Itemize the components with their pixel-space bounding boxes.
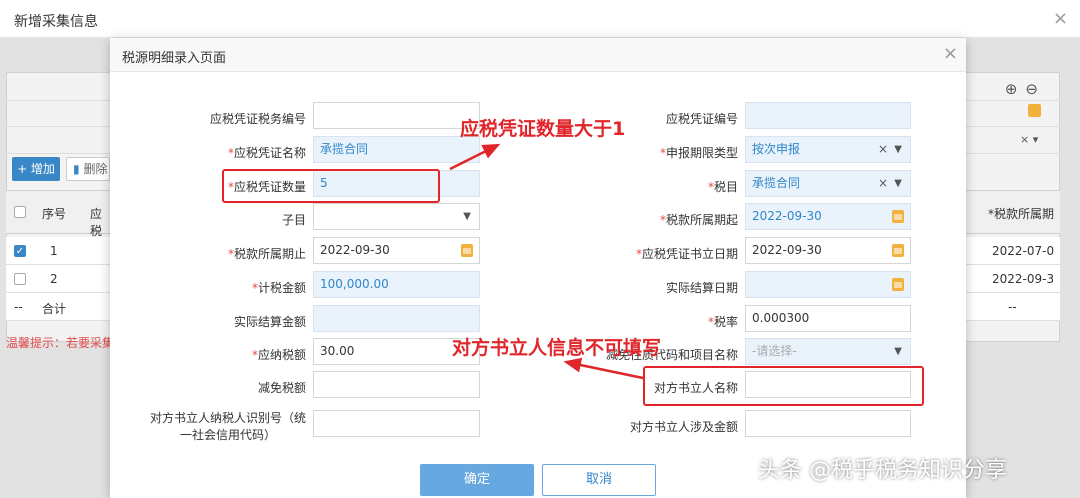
- label-filing-period-type: *申报期限类型: [659, 146, 738, 160]
- clear-icon[interactable]: ×: [878, 137, 888, 162]
- voucher-name-field[interactable]: 承揽合同: [313, 136, 480, 163]
- label-voucher-date: *应税凭证书立日期: [635, 247, 738, 261]
- row-period: 2022-07-0: [992, 244, 1055, 258]
- tax-rate-input[interactable]: 0.000300: [745, 305, 911, 332]
- table-row[interactable]: 2: [6, 265, 110, 293]
- label-voucher-tax-number: 应税凭证税务编号: [209, 112, 306, 126]
- total-row-label: 合计: [42, 302, 67, 316]
- cancel-button[interactable]: 取消: [542, 464, 656, 496]
- period-end-date-input[interactable]: 2022-09-30: [313, 237, 480, 264]
- voucher-date-input[interactable]: 2022-09-30: [745, 237, 911, 264]
- delete-button-label: 删除: [83, 162, 108, 176]
- tax-relief-input[interactable]: [313, 371, 480, 398]
- label-counterparty-tax-id: 对方书立人纳税人识别号（统 一社会信用代码）: [149, 411, 306, 442]
- label-tax-item: *税目: [707, 180, 738, 194]
- column-header-seq: 序号: [42, 207, 67, 221]
- modal-close-icon[interactable]: ×: [943, 43, 958, 64]
- label-voucher-name: *应税凭证名称: [227, 146, 306, 160]
- highlight-box-quantity: [222, 169, 440, 203]
- table-row[interactable]: 2022-09-3: [966, 265, 1060, 293]
- filing-period-type-select[interactable]: 按次申报 × ▼: [745, 136, 911, 163]
- chevron-down-icon: ▼: [894, 178, 902, 189]
- zoom-out-icon[interactable]: ⊖: [1025, 80, 1046, 98]
- table-row[interactable]: 2022-07-0: [966, 237, 1060, 265]
- calendar-icon[interactable]: [461, 244, 473, 257]
- calendar-icon[interactable]: [1028, 104, 1041, 117]
- label-voucher-number: 应税凭证编号: [665, 112, 738, 126]
- annotation-counterparty-note: 对方书立人信息不可填写: [452, 337, 662, 359]
- counterparty-amount-input[interactable]: [745, 410, 911, 437]
- column-header-period: *税款所属期: [988, 207, 1055, 221]
- row-checkbox[interactable]: [14, 273, 26, 285]
- zoom-controls: ⊕⊖: [1005, 80, 1046, 98]
- highlight-box-counterparty: [643, 366, 924, 406]
- calendar-icon[interactable]: [892, 244, 904, 257]
- warm-tip-text: 温馨提示：若要采集: [6, 336, 115, 350]
- total-row-seq: --: [14, 300, 23, 314]
- row-checkbox[interactable]: ✓: [14, 245, 26, 257]
- add-button[interactable]: + 增加: [12, 157, 60, 181]
- clear-icon[interactable]: ×: [878, 171, 888, 196]
- confirm-button[interactable]: 确定: [420, 464, 534, 496]
- chevron-down-icon: ▼: [894, 346, 902, 357]
- chevron-down-icon: ▼: [463, 211, 471, 222]
- table-total-row: --: [966, 293, 1060, 321]
- actual-settlement-amount-field[interactable]: [313, 305, 480, 332]
- taxable-amount-field[interactable]: 100,000.00: [313, 271, 480, 298]
- table-row[interactable]: ✓ 1: [6, 237, 110, 265]
- label-actual-settlement-date: 实际结算日期: [665, 281, 738, 295]
- label-actual-settlement-amount: 实际结算金额: [233, 315, 306, 329]
- label-sub-item: 子目: [281, 213, 306, 227]
- tax-source-entry-modal: 税源明细录入页面 × 应税凭证税务编号 *应税凭证名称 承揽合同 *应税凭证数量…: [110, 38, 966, 498]
- table-header-left: 序号 应税: [6, 190, 110, 238]
- row-seq: 1: [50, 244, 58, 258]
- trash-icon: ▮: [73, 162, 80, 176]
- counterparty-tax-id-input[interactable]: [313, 410, 480, 437]
- delete-button[interactable]: ▮ 删除: [66, 157, 110, 181]
- calendar-icon[interactable]: [892, 278, 904, 291]
- total-row-period: --: [1008, 300, 1017, 314]
- row-period: 2022-09-3: [992, 272, 1055, 286]
- modal-header: 税源明细录入页面 ×: [110, 38, 966, 72]
- zoom-in-icon[interactable]: ⊕: [1005, 80, 1026, 98]
- label-counterparty-amount: 对方书立人涉及金额: [629, 420, 738, 434]
- calendar-icon[interactable]: [892, 210, 904, 223]
- row-seq: 2: [50, 272, 58, 286]
- voucher-number-field[interactable]: [745, 102, 911, 129]
- table-total-row: -- 合计: [6, 293, 110, 321]
- relief-code-select[interactable]: -请选择- ▼: [745, 338, 911, 365]
- label-period-end: *税款所属期止: [227, 247, 306, 261]
- actual-settlement-date-field[interactable]: [745, 271, 911, 298]
- select-all-checkbox[interactable]: [14, 206, 26, 218]
- label-taxable-amount: *计税金额: [251, 281, 306, 295]
- period-start-date-field[interactable]: 2022-09-30: [745, 203, 911, 230]
- annotation-quantity-note: 应税凭证数量大于1: [460, 118, 626, 140]
- outer-close-icon[interactable]: ×: [1053, 8, 1068, 29]
- clear-dropdown-icon[interactable]: × ▾: [1020, 133, 1038, 146]
- label-tax-relief: 减免税额: [257, 381, 306, 395]
- modal-title: 税源明细录入页面: [122, 51, 227, 66]
- chevron-down-icon: ▼: [894, 144, 902, 155]
- label-tax-payable: *应纳税额: [251, 348, 306, 362]
- table-header-right: *税款所属期: [966, 190, 1060, 234]
- outer-dialog-header: 新增采集信息 ×: [0, 0, 1080, 38]
- voucher-tax-number-input[interactable]: [313, 102, 480, 129]
- outer-dialog-title: 新增采集信息: [14, 14, 98, 30]
- column-header-name: 应税: [90, 207, 103, 238]
- tax-item-select[interactable]: 承揽合同 × ▼: [745, 170, 911, 197]
- watermark-text: 头条 @税乎税务知识分享: [758, 458, 1007, 483]
- label-tax-rate: *税率: [707, 315, 738, 329]
- label-period-start: *税款所属期起: [659, 213, 738, 227]
- sub-item-select[interactable]: ▼: [313, 203, 480, 230]
